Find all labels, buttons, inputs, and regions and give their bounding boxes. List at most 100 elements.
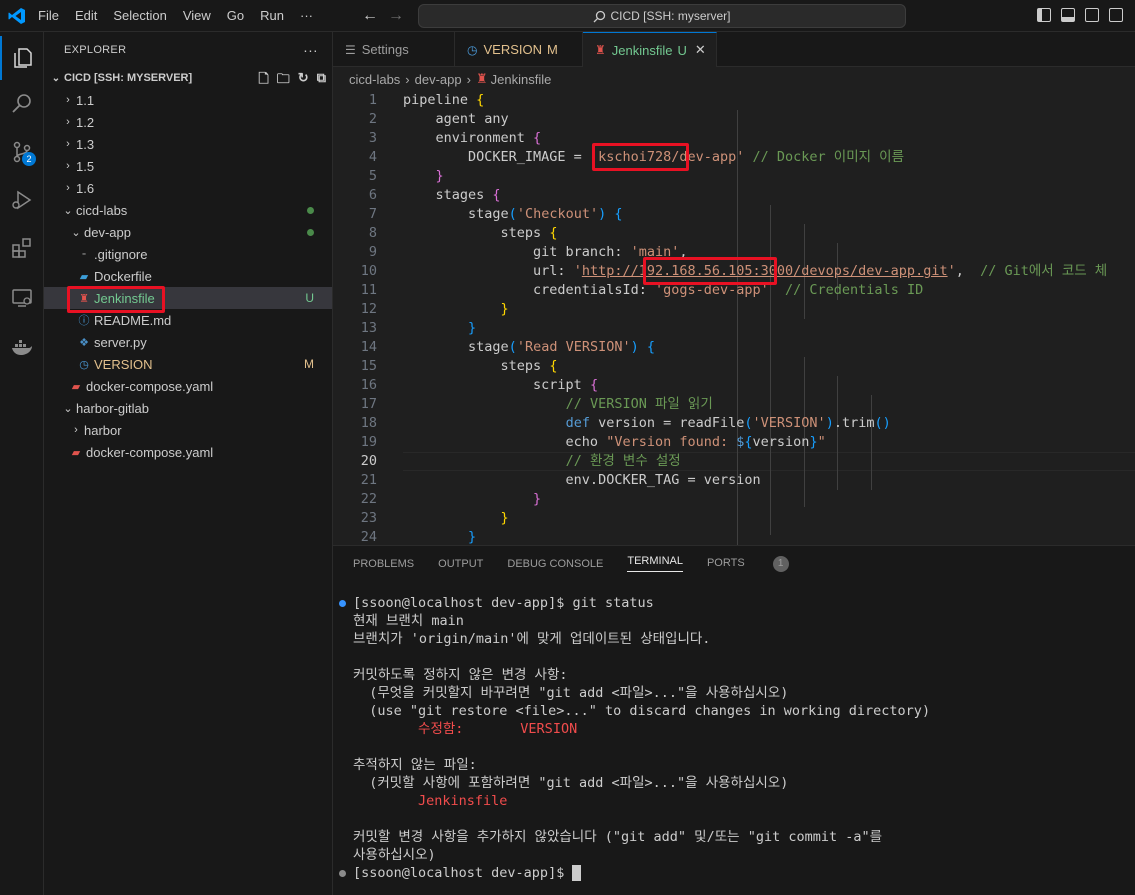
tab-problems[interactable]: PROBLEMS: [353, 558, 414, 570]
source-control-activity[interactable]: 2: [0, 130, 44, 174]
tree-folder-1-5[interactable]: › 1.5: [44, 155, 332, 177]
git-ip-highlight-box: [643, 257, 777, 285]
command-decoration-icon: [339, 870, 346, 877]
line-number: 3: [368, 130, 377, 146]
tree-label: 1.1: [76, 92, 95, 108]
docker-activity[interactable]: [0, 326, 44, 370]
run-debug-activity[interactable]: [0, 178, 44, 222]
breadcrumb-item[interactable]: Jenkinsfile: [491, 72, 552, 87]
tree-folder-cicd-labs[interactable]: ⌄ cicd-labs: [44, 199, 332, 221]
explorer-header: EXPLORER ···: [44, 32, 332, 67]
toggle-panel-icon[interactable]: [1061, 8, 1075, 22]
toggle-primary-sidebar-icon[interactable]: [1037, 8, 1051, 22]
tree-label: harbor: [84, 422, 122, 438]
code-line: stage('Read VERSION') {: [403, 339, 656, 355]
command-center-search[interactable]: CICD [SSH: myserver]: [418, 4, 906, 28]
tab-output[interactable]: OUTPUT: [438, 558, 483, 570]
remote-explorer-activity[interactable]: [0, 276, 44, 320]
code-line: steps {: [403, 225, 558, 241]
tree-file-version[interactable]: ◷ VERSION M: [44, 353, 332, 375]
line-number: 13: [360, 320, 377, 336]
close-icon[interactable]: ✕: [695, 42, 706, 58]
docker-file-icon: ▰: [79, 270, 89, 283]
editor-tabs: ☰ Settings ◷ VERSION M ♜ Jenkinsfile U ✕: [333, 32, 1135, 67]
tab-status: U: [677, 42, 687, 58]
title-bar: File Edit Selection View Go Run ··· ← → …: [0, 0, 1135, 32]
workspace-section-header[interactable]: ⌄ CICD [SSH: MYSERVER] 🗋 🗀 ↻ ⧉: [44, 67, 332, 89]
back-arrow-icon[interactable]: ←: [362, 7, 378, 25]
tab-jenkinsfile[interactable]: ♜ Jenkinsfile U ✕: [583, 32, 717, 67]
tree-folder-1-6[interactable]: › 1.6: [44, 177, 332, 199]
tree-folder-1-2[interactable]: › 1.2: [44, 111, 332, 133]
tree-label: 1.6: [76, 180, 95, 196]
tree-folder-harbor[interactable]: › harbor: [44, 419, 332, 441]
tree-folder-dev-app[interactable]: ⌄ dev-app: [44, 221, 332, 243]
tree-label: VERSION: [94, 356, 153, 372]
tree-file-dockerfile[interactable]: ▰ Dockerfile: [44, 265, 332, 287]
menu-run[interactable]: Run: [252, 0, 292, 32]
line-number: 4: [368, 149, 377, 165]
toggle-secondary-sidebar-icon[interactable]: [1085, 8, 1099, 22]
search-activity[interactable]: [0, 82, 44, 126]
python-file-icon: ❖: [79, 336, 89, 349]
clock-icon: ◷: [467, 42, 478, 57]
tree-label: README.md: [94, 312, 172, 328]
source-control-badge: 2: [22, 152, 36, 166]
tree-file-docker-compose[interactable]: ▰ docker-compose.yaml: [44, 375, 332, 397]
modified-dot: [307, 206, 314, 214]
tab-settings[interactable]: ☰ Settings: [333, 32, 455, 67]
tree-label: docker-compose.yaml: [86, 444, 214, 460]
tab-version[interactable]: ◷ VERSION M: [455, 32, 583, 67]
breadcrumb-item[interactable]: cicd-labs: [349, 72, 400, 87]
explorer-more-button[interactable]: ···: [303, 42, 318, 58]
tree-label: .gitignore: [94, 246, 148, 262]
menu-selection[interactable]: Selection: [105, 0, 174, 32]
terminal-prompt-line[interactable]: [ssoon@localhost dev-app]$: [333, 864, 1135, 882]
tree-file-server-py[interactable]: ❖ server.py: [44, 331, 332, 353]
line-number: 21: [360, 472, 377, 488]
tab-ports[interactable]: PORTS 1: [707, 555, 813, 572]
search-icon: [594, 10, 606, 22]
workspace-name: CICD [SSH: MYSERVER]: [64, 72, 193, 84]
terminal-line: (무엇을 커밋할지 바꾸려면 "git add <파일>..."을 사용하십시오…: [353, 685, 789, 701]
chevron-right-icon: ›: [66, 160, 70, 172]
code-line: stage('Checkout') {: [403, 206, 623, 222]
untracked-status: U: [305, 291, 314, 305]
tree-label: harbor-gitlab: [76, 400, 149, 416]
menu-file[interactable]: File: [30, 0, 67, 32]
chevron-right-icon: ›: [66, 94, 70, 106]
code-line: // VERSION 파일 읽기: [565, 396, 713, 412]
line-number: 9: [368, 244, 377, 260]
explorer-sidebar: EXPLORER ··· ⌄ CICD [SSH: MYSERVER] 🗋 🗀 …: [44, 32, 333, 895]
tab-debug-console[interactable]: DEBUG CONSOLE: [507, 558, 603, 570]
menu-view[interactable]: View: [175, 0, 219, 32]
tree-file-gitignore[interactable]: ⁃ .gitignore: [44, 243, 332, 265]
terminal-line: (커밋할 사항에 포함하려면 "git add <파일>..."을 사용하십시오…: [353, 775, 789, 791]
tree-folder-1-3[interactable]: › 1.3: [44, 133, 332, 155]
compose-file-icon: ▰: [71, 446, 81, 459]
tree-folder-1-1[interactable]: › 1.1: [44, 89, 332, 111]
code-line: pipeline {: [403, 92, 485, 108]
explorer-activity[interactable]: [0, 36, 44, 80]
code-editor[interactable]: 1 pipeline { 2 agent any 3 environment { …: [333, 91, 1135, 545]
code-line: stages {: [403, 187, 501, 203]
line-number: 5: [368, 168, 377, 184]
tab-label: Jenkinsfile: [611, 42, 673, 58]
line-number: 17: [360, 396, 377, 412]
tree-file-docker-compose-2[interactable]: ▰ docker-compose.yaml: [44, 441, 332, 463]
tree-folder-harbor-gitlab[interactable]: ⌄ harbor-gitlab: [44, 397, 332, 419]
menu-go[interactable]: Go: [219, 0, 252, 32]
extensions-activity[interactable]: [0, 226, 44, 270]
customize-layout-icon[interactable]: [1109, 8, 1123, 22]
tree-label: Dockerfile: [94, 268, 152, 284]
forward-arrow-icon[interactable]: →: [388, 7, 404, 25]
breadcrumb-item[interactable]: dev-app: [415, 72, 462, 87]
terminal-output[interactable]: [ssoon@localhost dev-app]$ git status 현재…: [333, 594, 1135, 882]
terminal-line: 브랜치가 'origin/main'에 맞게 업데이트된 상태입니다.: [353, 631, 711, 647]
menu-edit[interactable]: Edit: [67, 0, 105, 32]
line-number: 8: [368, 225, 377, 241]
menu-more[interactable]: ···: [292, 0, 321, 32]
tab-terminal[interactable]: TERMINAL: [627, 555, 683, 572]
command-decoration-icon: [339, 600, 346, 607]
